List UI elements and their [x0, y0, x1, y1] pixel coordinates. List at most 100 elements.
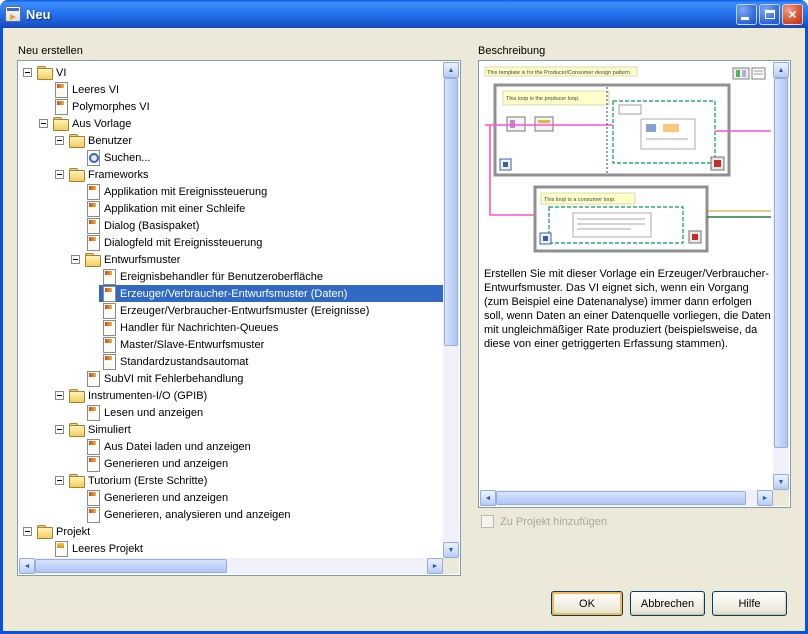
scrollbar-corner	[443, 558, 459, 574]
tree-item[interactable]: Dialog (Basispaket)	[19, 217, 443, 234]
tree-item[interactable]: Applikation mit einer Schleife	[19, 200, 443, 217]
collapse-icon[interactable]	[55, 476, 64, 485]
tree-item[interactable]: Leeres Projekt	[19, 540, 443, 557]
tree-item[interactable]: Erzeuger/Verbraucher-Entwurfsmuster (Ere…	[19, 302, 443, 319]
tree-item[interactable]: Tutorium (Erste Schritte)	[19, 472, 443, 489]
tree-item-label: Master/Slave-Entwurfsmuster	[120, 338, 265, 351]
project-icon	[53, 541, 68, 557]
tree-item[interactable]: Instrumenten-I/O (GPIB)	[19, 387, 443, 404]
tree-vertical-scrollbar[interactable]: ▲ ▼	[443, 62, 459, 558]
scroll-right-button[interactable]: ►	[757, 490, 773, 506]
maximize-icon	[765, 9, 775, 19]
scroll-left-button[interactable]: ◄	[480, 490, 496, 506]
tree-item[interactable]: Benutzer	[19, 132, 443, 149]
collapse-icon[interactable]	[39, 119, 48, 128]
folder-icon	[69, 388, 85, 403]
vi-icon	[101, 337, 116, 353]
vi-icon	[85, 201, 100, 217]
vertical-scrollbar-thumb[interactable]	[774, 78, 788, 448]
tree-item[interactable]: VI	[19, 64, 443, 81]
horizontal-scrollbar-thumb[interactable]	[35, 559, 227, 573]
tree-item[interactable]: Ereignisbehandler für Benutzeroberfläche	[19, 268, 443, 285]
tree-item[interactable]: Handler für Nachrichten-Queues	[19, 319, 443, 336]
template-tree[interactable]: VI Leeres VI Polymorphes VI Aus Vorlage Benu…	[19, 62, 443, 558]
collapse-icon[interactable]	[55, 391, 64, 400]
add-to-project-checkbox[interactable]	[481, 515, 494, 528]
scroll-left-button[interactable]: ◄	[19, 558, 35, 574]
svg-text:This loop is a consumer loop.: This loop is a consumer loop.	[544, 197, 616, 203]
help-button[interactable]: Hilfe	[712, 591, 787, 616]
tree-item-label: Dialogfeld mit Ereignissteuerung	[104, 236, 263, 249]
tree-item[interactable]: Entwurfsmuster	[19, 251, 443, 268]
tree-item-label: Aus Vorlage	[72, 117, 132, 130]
vi-icon	[85, 405, 100, 421]
tree-item[interactable]: SubVI mit Fehlerbehandlung	[19, 370, 443, 387]
description-horizontal-scrollbar[interactable]: ◄ ►	[480, 490, 773, 506]
tree-item[interactable]: Leeres VI	[19, 81, 443, 98]
collapse-icon[interactable]	[23, 68, 32, 77]
tree-item[interactable]: Aus Datei laden und anzeigen	[19, 438, 443, 455]
tree-item[interactable]: Dialogfeld mit Ereignissteuerung	[19, 234, 443, 251]
vi-icon	[85, 490, 100, 506]
titlebar[interactable]: Neu ×	[0, 0, 808, 28]
folder-icon	[53, 116, 69, 131]
tree-item[interactable]: Applikation mit Ereignissteuerung	[19, 183, 443, 200]
dialog-buttons: OK Abbrechen Hilfe	[551, 591, 787, 616]
vi-icon	[85, 184, 100, 200]
tree-item[interactable]: Frameworks	[19, 166, 443, 183]
svg-text:This template is for the Produ: This template is for the Producer/Consum…	[487, 70, 632, 76]
tree-item[interactable]: Polymorphes VI	[19, 98, 443, 115]
up-arrow-icon: ▲	[447, 66, 455, 74]
scroll-right-button[interactable]: ►	[427, 558, 443, 574]
tree-horizontal-scrollbar[interactable]: ◄ ►	[19, 558, 443, 574]
tree-item[interactable]: Master/Slave-Entwurfsmuster	[19, 336, 443, 353]
vi-icon	[85, 371, 100, 387]
collapse-icon[interactable]	[55, 170, 64, 179]
new-dialog-window: Neu × Neu erstellen Beschreibung VI Leere…	[0, 0, 808, 634]
left-arrow-icon: ◄	[23, 562, 31, 570]
tree-panel: VI Leeres VI Polymorphes VI Aus Vorlage Benu…	[17, 60, 461, 576]
scroll-up-button[interactable]: ▲	[443, 62, 459, 78]
scroll-down-button[interactable]: ▼	[443, 542, 459, 558]
close-button[interactable]: ×	[782, 3, 803, 25]
tree-item-label: Simuliert	[88, 423, 131, 436]
tree-item[interactable]: Suchen...	[19, 149, 443, 166]
tree-item[interactable]: Generieren und anzeigen	[19, 489, 443, 506]
collapse-icon[interactable]	[71, 255, 80, 264]
maximize-button[interactable]	[759, 3, 780, 25]
tree-item[interactable]: Projekt	[19, 523, 443, 540]
tree-item-label: Erzeuger/Verbraucher-Entwurfsmuster (Dat…	[120, 287, 348, 300]
tree-item[interactable]: Lesen und anzeigen	[19, 404, 443, 421]
tree-item[interactable]: Generieren, analysieren und anzeigen	[19, 506, 443, 523]
scroll-down-button[interactable]: ▼	[773, 474, 789, 490]
tree-item-label: Leeres Projekt	[72, 542, 143, 555]
vi-icon	[101, 269, 116, 285]
svg-text:This loop is the producer loop: This loop is the producer loop.	[506, 96, 580, 102]
cancel-button[interactable]: Abbrechen	[630, 591, 705, 616]
tree-item[interactable]: Standardzustandsautomat	[19, 353, 443, 370]
folder-icon	[85, 252, 101, 267]
tree-item-label: Generieren und anzeigen	[104, 491, 229, 504]
tree-item-label: Frameworks	[88, 168, 149, 181]
tree-item[interactable]: Aus Vorlage	[19, 115, 443, 132]
horizontal-scrollbar-thumb[interactable]	[496, 491, 746, 505]
description-vertical-scrollbar[interactable]: ▲ ▼	[773, 62, 789, 490]
folder-icon	[69, 422, 85, 437]
ok-button[interactable]: OK	[551, 591, 623, 616]
tree-item-label: Leeres VI	[72, 83, 120, 96]
tree-item[interactable]: Simuliert	[19, 421, 443, 438]
tree-item-label: Suchen...	[104, 151, 151, 164]
vertical-scrollbar-thumb[interactable]	[444, 78, 458, 346]
collapse-icon[interactable]	[23, 527, 32, 536]
minimize-button[interactable]	[736, 3, 757, 25]
collapse-icon[interactable]	[55, 425, 64, 434]
vi-icon	[101, 320, 116, 336]
scrollbar-corner	[773, 490, 789, 506]
scroll-up-button[interactable]: ▲	[773, 62, 789, 78]
tree-item[interactable]: Erzeuger/Verbraucher-Entwurfsmuster (Dat…	[19, 285, 443, 302]
search-icon	[85, 150, 100, 166]
template-preview-image: This template is for the Producer/Consum…	[484, 66, 771, 253]
tree-item[interactable]: Generieren und anzeigen	[19, 455, 443, 472]
vi-icon	[53, 82, 68, 98]
collapse-icon[interactable]	[55, 136, 64, 145]
